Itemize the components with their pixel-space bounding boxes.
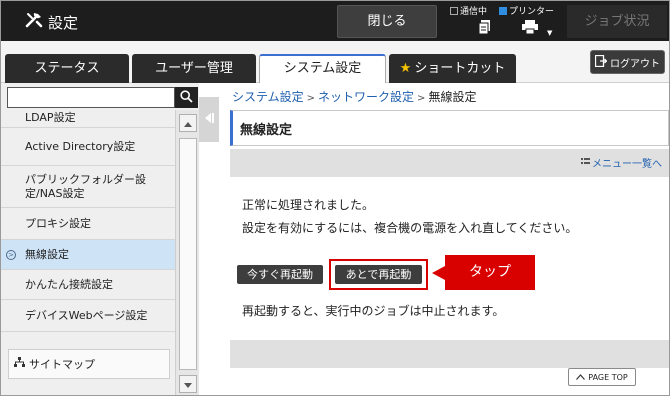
screen-frame: 設定 閉じる 通信中 プリンター ▼ ジョブ状況 ステータス ユーザー管理 シス… xyxy=(0,0,670,396)
sitemap-link[interactable]: サイトマップ xyxy=(8,349,170,379)
sidebar-scrollbar[interactable] xyxy=(175,110,199,395)
sidebar-item-label: デバイスWebページ設定 xyxy=(25,308,148,322)
sitemap-label: サイトマップ xyxy=(29,358,95,371)
status-printer-label: プリンター xyxy=(509,7,555,17)
star-icon: ★ xyxy=(399,61,412,76)
sidebar-collapse-button[interactable] xyxy=(199,97,219,142)
breadcrumb: システム設定 > ネットワーク設定 > 無線設定 xyxy=(232,88,476,105)
list-icon xyxy=(581,157,590,169)
tab-shortcut[interactable]: ★ ショートカット xyxy=(389,54,516,83)
status-comm: 通信中 xyxy=(450,4,487,17)
tab-shortcut-label: ショートカット xyxy=(414,61,506,76)
success-message: 正常に処理されました。 xyxy=(242,198,375,212)
breadcrumb-separator: > xyxy=(306,93,316,104)
sidebar-item-label: 無線設定 xyxy=(25,247,69,261)
sidebar-item-label: パブリックフォルダー設定/NAS設定 xyxy=(25,172,146,200)
chevron-up-icon xyxy=(184,116,192,130)
tab-row: ステータス ユーザー管理 システム設定 ★ ショートカット xyxy=(1,41,669,84)
sidebar-item-public-folder-nas[interactable]: パブリックフォルダー設定/NAS設定 xyxy=(1,166,175,208)
logout-icon xyxy=(594,54,608,70)
chevron-right-icon: > xyxy=(6,249,16,260)
printer-icon xyxy=(522,20,538,37)
menu-list-label: メニュー一覧へ xyxy=(592,159,662,170)
scroll-down-button[interactable] xyxy=(179,375,197,393)
chevron-up-icon xyxy=(576,373,586,382)
status-printer: プリンター xyxy=(499,4,554,17)
page-top-button[interactable]: PAGE TOP xyxy=(568,368,636,386)
tab-user-management[interactable]: ユーザー管理 xyxy=(132,54,256,83)
scroll-up-button[interactable] xyxy=(179,114,197,132)
restart-later-button[interactable]: あとで再起動 xyxy=(335,265,422,284)
scroll-thumb[interactable] xyxy=(179,138,197,370)
sidebar-menu: LDAP設定 Active Directory設定 パブリックフォルダー設定/N… xyxy=(1,110,175,332)
restart-instruction: 設定を有効にするには、複合機の電源を入れ直してください。 xyxy=(242,221,578,235)
document-icon xyxy=(478,20,491,37)
main-content: システム設定 > ネットワーク設定 > 無線設定 無線設定 メニュー一覧へ 正常に処理さ… xyxy=(221,83,669,395)
sidebar: LDAP設定 Active Directory設定 パブリックフォルダー設定/N… xyxy=(1,83,199,395)
menu-list-link[interactable]: メニュー一覧へ xyxy=(581,155,662,170)
breadcrumb-network-settings[interactable]: ネットワーク設定 xyxy=(318,90,414,104)
breadcrumb-separator: > xyxy=(417,93,426,104)
job-status-button[interactable]: ジョブ状況 xyxy=(567,5,667,38)
sidebar-item-device-web-page[interactable]: デバイスWebページ設定 xyxy=(1,300,175,332)
sidebar-item-label: Active Directory設定 xyxy=(25,139,136,153)
sidebar-item-ldap[interactable]: LDAP設定 xyxy=(1,110,175,128)
footer-bar xyxy=(230,340,669,368)
sidebar-item-easy-connect[interactable]: かんたん接続設定 xyxy=(1,270,175,300)
breadcrumb-current: 無線設定 xyxy=(428,90,477,104)
sitemap-icon xyxy=(14,357,25,371)
device-status-area: 通信中 プリンター ▼ xyxy=(446,4,561,40)
tab-status[interactable]: ステータス xyxy=(5,54,129,83)
page-title: 無線設定 xyxy=(230,110,669,146)
restart-later-highlight: あとで再起動 xyxy=(329,259,428,290)
logout-label: ログアウト xyxy=(610,58,660,70)
logout-button[interactable]: ログアウト xyxy=(590,50,665,74)
tools-icon xyxy=(24,10,44,34)
status-comm-label: 通信中 xyxy=(460,7,488,17)
sidebar-item-label: LDAP設定 xyxy=(25,111,76,124)
sidebar-item-wireless[interactable]: > 無線設定 xyxy=(1,240,175,270)
sidebar-item-label: プロキシ設定 xyxy=(25,216,91,230)
tab-system-settings[interactable]: システム設定 xyxy=(259,54,386,84)
close-button[interactable]: 閉じる xyxy=(337,5,437,38)
search-button[interactable] xyxy=(175,87,198,108)
dropdown-arrow-icon: ▼ xyxy=(547,29,553,37)
sidebar-item-proxy[interactable]: プロキシ設定 xyxy=(1,208,175,240)
sidebar-item-active-directory[interactable]: Active Directory設定 xyxy=(1,128,175,166)
chevron-down-icon xyxy=(184,377,192,391)
restart-now-button[interactable]: 今すぐ再起動 xyxy=(237,265,323,284)
app-title-text: 設定 xyxy=(48,13,79,32)
restart-warning: 再起動すると、実行中のジョブは中止されます。 xyxy=(242,304,505,318)
app-title: 設定 xyxy=(24,10,78,34)
breadcrumb-system-settings[interactable]: システム設定 xyxy=(232,90,304,104)
search-icon xyxy=(180,89,193,106)
sidebar-item-label: かんたん接続設定 xyxy=(25,277,113,291)
tap-callout: タップ xyxy=(432,255,535,290)
collapse-left-icon xyxy=(203,112,215,127)
top-bar: 設定 閉じる 通信中 プリンター ▼ ジョブ状況 xyxy=(1,1,669,41)
printer-indicator xyxy=(499,6,507,15)
page-top-label: PAGE TOP xyxy=(588,372,628,382)
comm-indicator xyxy=(450,6,458,15)
search-input[interactable] xyxy=(7,87,175,108)
